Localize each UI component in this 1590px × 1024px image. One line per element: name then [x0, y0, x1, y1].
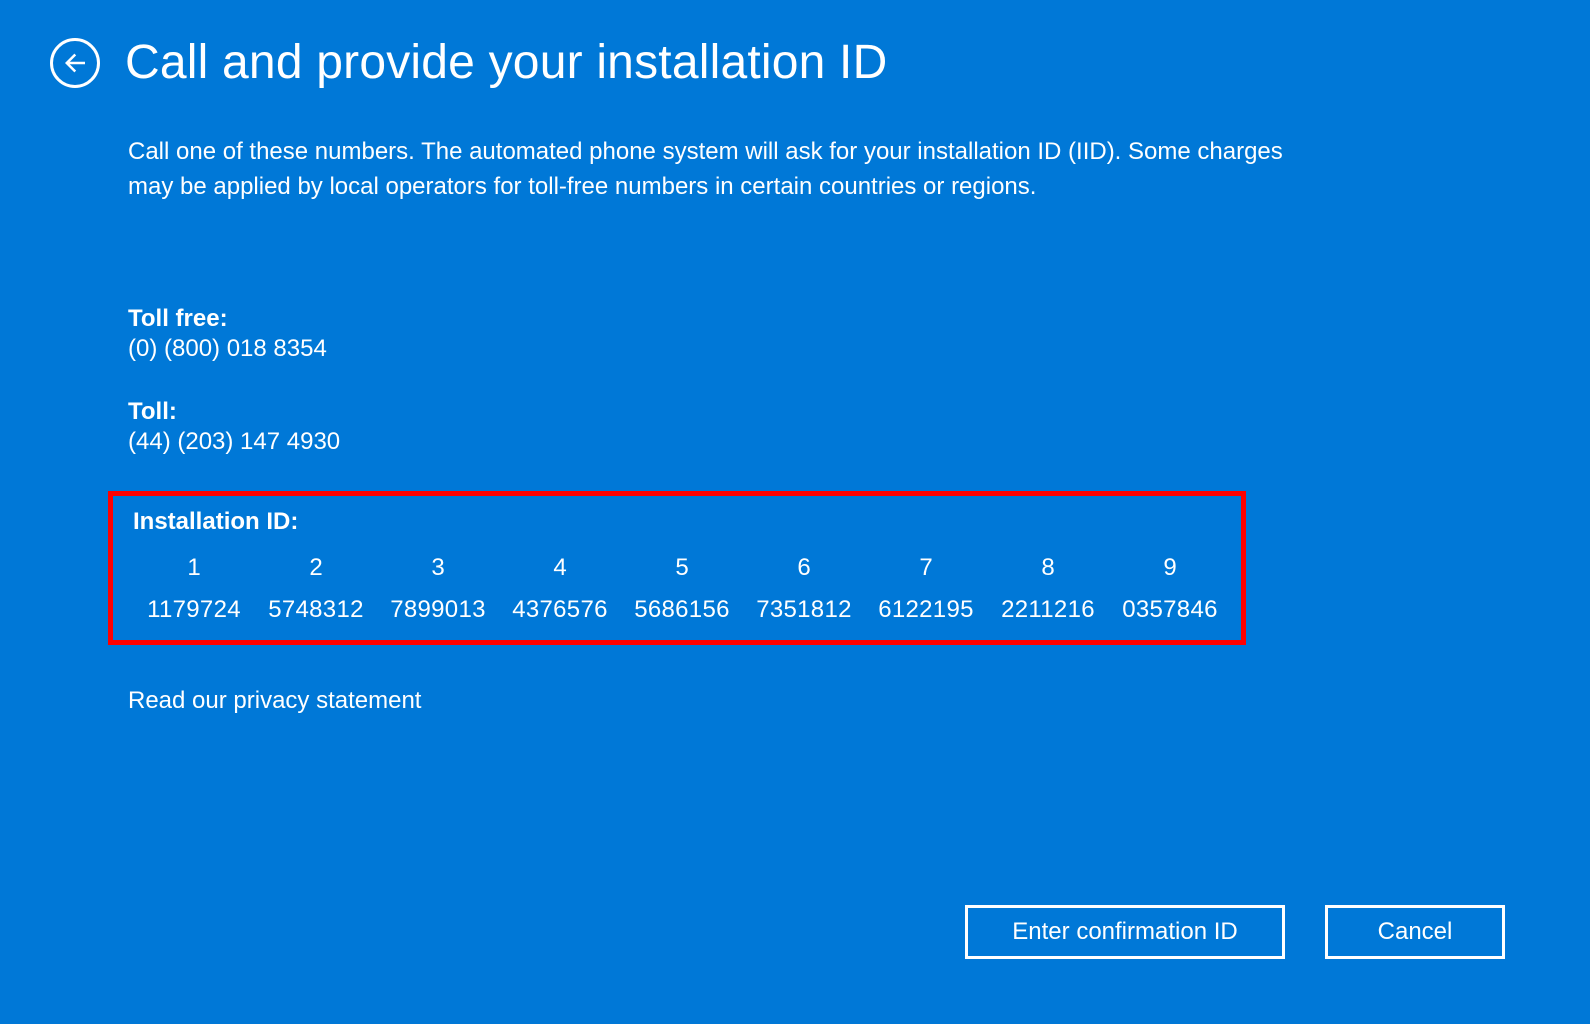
iid-value: 4376576 [499, 596, 621, 624]
page-title: Call and provide your installation ID [125, 35, 887, 90]
iid-index: 1 [133, 554, 255, 582]
toll-free-number: (0) (800) 018 8354 [128, 335, 1300, 363]
iid-value: 5686156 [621, 596, 743, 624]
iid-value: 6122195 [865, 596, 987, 624]
iid-value: 7351812 [743, 596, 865, 624]
iid-value: 5748312 [255, 596, 377, 624]
iid-group: 5 5686156 [621, 554, 743, 624]
iid-value: 7899013 [377, 596, 499, 624]
content-area: Call one of these numbers. The automated… [0, 90, 1300, 715]
enter-confirmation-id-button[interactable]: Enter confirmation ID [965, 905, 1285, 959]
installation-id-box: Installation ID: 1 1179724 2 5748312 3 7… [108, 491, 1246, 645]
iid-group: 7 6122195 [865, 554, 987, 624]
iid-group: 1 1179724 [133, 554, 255, 624]
iid-value: 0357846 [1109, 596, 1231, 624]
iid-index: 7 [865, 554, 987, 582]
installation-id-label: Installation ID: [133, 508, 1231, 536]
iid-group: 6 7351812 [743, 554, 865, 624]
cancel-button[interactable]: Cancel [1325, 905, 1505, 959]
iid-group: 8 2211216 [987, 554, 1109, 624]
iid-group: 3 7899013 [377, 554, 499, 624]
iid-group: 4 4376576 [499, 554, 621, 624]
iid-value: 2211216 [987, 596, 1109, 624]
arrow-left-icon [60, 48, 90, 78]
footer-actions: Enter confirmation ID Cancel [965, 905, 1505, 959]
iid-value: 1179724 [133, 596, 255, 624]
iid-index: 8 [987, 554, 1109, 582]
iid-index: 2 [255, 554, 377, 582]
privacy-statement-link[interactable]: Read our privacy statement [128, 687, 421, 715]
toll-label: Toll: [128, 398, 1300, 426]
toll-section: Toll: (44) (203) 147 4930 [128, 398, 1300, 456]
iid-index: 9 [1109, 554, 1231, 582]
iid-index: 3 [377, 554, 499, 582]
toll-free-label: Toll free: [128, 305, 1300, 333]
iid-index: 6 [743, 554, 865, 582]
header: Call and provide your installation ID [0, 0, 1590, 90]
toll-number: (44) (203) 147 4930 [128, 428, 1300, 456]
iid-index: 4 [499, 554, 621, 582]
toll-free-section: Toll free: (0) (800) 018 8354 [128, 305, 1300, 363]
instructions-text: Call one of these numbers. The automated… [128, 135, 1300, 205]
back-button[interactable] [50, 38, 100, 88]
iid-group: 9 0357846 [1109, 554, 1231, 624]
iid-index: 5 [621, 554, 743, 582]
installation-id-grid: 1 1179724 2 5748312 3 7899013 4 4376576 … [133, 554, 1231, 624]
iid-group: 2 5748312 [255, 554, 377, 624]
